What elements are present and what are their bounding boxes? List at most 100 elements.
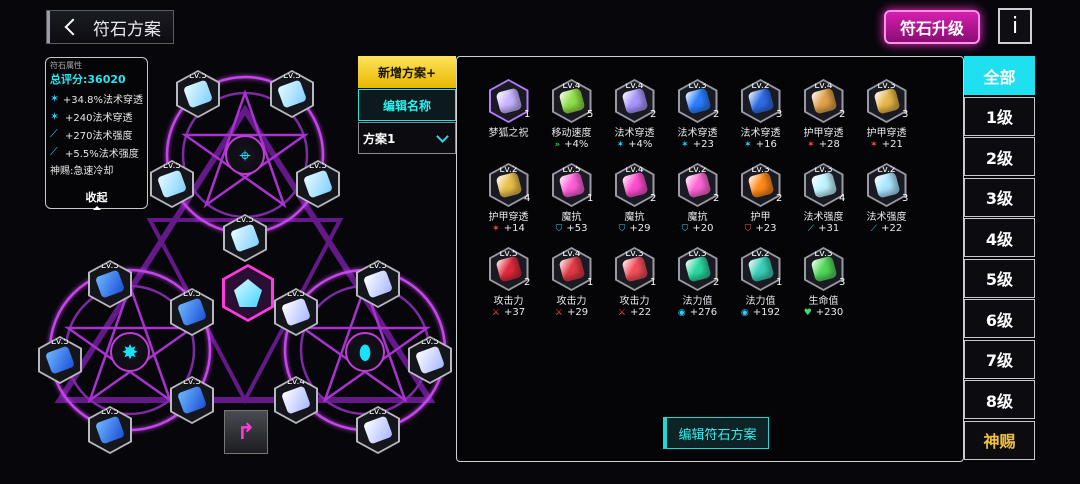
rune-stat: ✶ +14 <box>492 223 525 234</box>
rune-hex: Lv.4 <box>551 247 592 291</box>
rune-item[interactable]: Lv.3 2 法力值 ◉ +276 <box>666 247 729 327</box>
level-tab[interactable]: 8级 <box>964 380 1035 419</box>
level-tab[interactable]: 4级 <box>964 218 1035 257</box>
rune-hex: Lv.3 <box>866 79 907 123</box>
rune-item[interactable]: Lv.3 1 攻击力 ⚔ +22 <box>603 247 666 327</box>
rune-item[interactable]: Lv.4 2 法术穿透 ✶ +4% <box>603 79 666 159</box>
rune-stat: ✶ +21 <box>870 139 903 150</box>
rune-level: Lv.2 <box>877 165 896 175</box>
level-tab[interactable]: 7级 <box>964 339 1035 379</box>
rune-count: 4 <box>524 193 531 204</box>
rune-count: 5 <box>587 109 594 120</box>
rune-item[interactable]: Lv.5 2 攻击力 ⚔ +37 <box>477 247 540 327</box>
rune-name: 攻击力 <box>493 296 524 307</box>
rune-item[interactable]: 1 梦狐之祝 <box>477 79 540 159</box>
rune-grid: 1 梦狐之祝 Lv.4 5 移动速度» +4% Lv.4 2 法术穿透 ✶ +4% Lv.3 2 法术穿透… <box>477 79 918 327</box>
rune-item[interactable]: Lv.2 1 法力值 ◉ +192 <box>729 247 792 327</box>
rune-count: 2 <box>650 193 657 204</box>
rune-gem-icon <box>747 87 774 115</box>
spell-power-icon: ⟋ <box>870 223 878 234</box>
wand-icon: ⟋ <box>50 145 58 158</box>
rune-count: 2 <box>713 109 720 120</box>
armor-icon: ⛉ <box>744 223 752 234</box>
add-plan-button[interactable]: 新增方案+ <box>358 56 456 88</box>
rune-hex: Lv.4 <box>614 79 655 123</box>
level-tab[interactable]: 2级 <box>964 137 1035 176</box>
rune-item[interactable]: Lv.3 2 护甲 ⛉ +23 <box>729 163 792 243</box>
rune-stat: ✶ +23 <box>681 139 714 150</box>
page-title: 符石方案 <box>93 19 161 40</box>
rune-item[interactable]: Lv.3 4 法术强度 ⟋ +31 <box>792 163 855 243</box>
rune-stat: ⛉ +23 <box>744 223 777 234</box>
rune-level: Lv.4 <box>625 165 644 175</box>
rune-level: Lv.2 <box>751 249 770 259</box>
attr-line: ⟋ +5.5%法术强度 <box>50 145 139 160</box>
spell-power-icon: ⟋ <box>807 223 815 234</box>
rune-count: 3 <box>776 109 783 120</box>
rune-level: Lv.2 <box>751 81 770 91</box>
rune-item[interactable]: Lv.3 3 生命值 ♥ +230 <box>792 247 855 327</box>
rune-count: 3 <box>902 109 909 120</box>
rune-item[interactable]: Lv.2 3 法术强度 ⟋ +22 <box>855 163 918 243</box>
rune-gem-icon <box>621 255 648 283</box>
back-button[interactable]: 符石方案 <box>46 10 174 44</box>
rune-stat: ⚔ +22 <box>617 307 652 318</box>
rune-item[interactable]: Lv.2 4 护甲穿透 ✶ +14 <box>477 163 540 243</box>
pierce-icon: ✶ <box>616 139 625 150</box>
rune-hex: Lv.2 <box>866 163 907 207</box>
total-score: 总评分:36020 <box>50 73 126 86</box>
edit-plan-name-button[interactable]: 编辑名称 <box>358 89 456 121</box>
attr-line: ✶ +34.8%法术穿透 <box>50 91 143 106</box>
rune-upgrade-button[interactable]: 符石升级 <box>884 10 980 44</box>
edit-rune-plan-button[interactable]: 编辑符石方案 <box>663 417 769 449</box>
rune-name: 魔抗 <box>561 212 582 223</box>
rune-item[interactable]: Lv.4 2 魔抗 ⛉ +29 <box>603 163 666 243</box>
rune-item[interactable]: Lv.3 3 护甲穿透 ✶ +21 <box>855 79 918 159</box>
rune-gem-icon <box>873 171 900 199</box>
attack-icon: ⚔ <box>554 307 563 318</box>
rune-name: 法术强度 <box>866 212 907 223</box>
rune-gem-icon <box>621 171 648 199</box>
rune-hex: Lv.3 <box>677 247 718 291</box>
rune-gem-icon <box>747 171 774 199</box>
magic-resist-icon: ⛉ <box>555 223 563 234</box>
spell-pierce-core-icon: ⌖ <box>225 135 265 175</box>
level-tab[interactable]: 全部 <box>964 56 1035 95</box>
rune-level: Lv.4 <box>625 81 644 91</box>
rune-name: 移动速度 <box>551 128 592 139</box>
rune-item[interactable]: Lv.4 2 护甲穿透 ✶ +28 <box>792 79 855 159</box>
rune-hex: Lv.2 <box>740 247 781 291</box>
rune-gem-icon <box>621 87 648 115</box>
level-tab[interactable]: 3级 <box>964 177 1035 217</box>
rune-name: 梦狐之祝 <box>488 128 529 139</box>
rune-gem-icon <box>558 255 585 283</box>
rune-item[interactable]: Lv.3 2 法术穿透 ✶ +23 <box>666 79 729 159</box>
rune-count: 1 <box>524 109 531 120</box>
rune-name: 法术穿透 <box>677 128 718 139</box>
rune-item[interactable]: Lv.4 1 攻击力 ⚔ +29 <box>540 247 603 327</box>
info-button[interactable]: i <box>998 8 1032 44</box>
swap-arrow-button[interactable]: ↱ <box>224 410 268 454</box>
rune-count: 2 <box>713 277 720 288</box>
speed-icon: » <box>554 139 561 150</box>
rune-stat: ⚔ +29 <box>554 307 589 318</box>
rune-level: Lv.3 <box>751 165 770 175</box>
level-tab[interactable]: 5级 <box>964 258 1035 298</box>
rune-gem-icon <box>558 171 585 199</box>
level-tab[interactable]: 1级 <box>964 96 1035 136</box>
rune-stat: » +4% <box>554 139 589 150</box>
rune-item[interactable]: Lv.2 2 魔抗 ⛉ +20 <box>666 163 729 243</box>
level-tab[interactable]: 6级 <box>964 299 1035 338</box>
rune-stat: ⛉ +53 <box>555 223 588 234</box>
rune-gem-icon <box>684 87 711 115</box>
plan-select[interactable]: 方案1 <box>358 122 456 154</box>
collapse-button[interactable]: 收起 <box>46 189 147 210</box>
rune-item[interactable]: Lv.2 3 法术穿透 ✶ +16 <box>729 79 792 159</box>
rune-level: Lv.3 <box>688 249 707 259</box>
level-tab[interactable]: 神赐 <box>964 420 1035 460</box>
rune-item[interactable]: Lv.4 5 移动速度» +4% <box>540 79 603 159</box>
rune-hex: Lv.5 <box>551 163 592 207</box>
rune-item[interactable]: Lv.5 1 魔抗 ⛉ +53 <box>540 163 603 243</box>
rune-level: Lv.3 <box>688 81 707 91</box>
wand-icon: ⟋ <box>50 127 58 140</box>
